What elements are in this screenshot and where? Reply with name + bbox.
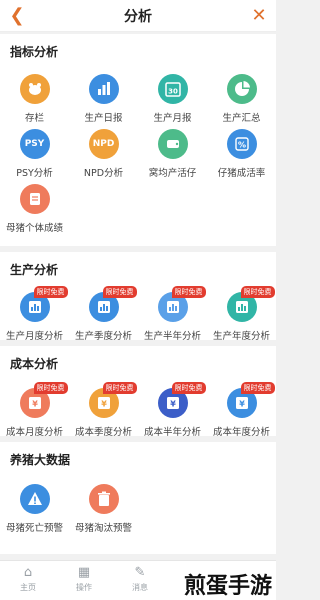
item-summary[interactable]: 生产汇总 (207, 74, 276, 124)
item-psy[interactable]: PSY PSY分析 (0, 129, 69, 179)
pig-icon (19, 74, 50, 104)
item-sow-cull-warning[interactable]: 母猪淘汰预警 (69, 484, 138, 534)
limited-free-badge: 限时免费 (102, 286, 137, 298)
item-cost-yearly[interactable]: ¥ 限时免费 成本年度分析 (207, 382, 276, 438)
back-chevron-icon[interactable]: ❮ (8, 6, 26, 26)
item-cost-monthly[interactable]: ¥ 限时免费 成本月度分析 (0, 382, 69, 438)
cost-report-icon: ¥ 限时免费 (157, 382, 206, 418)
section-title: 生产分析 (10, 263, 59, 277)
item-prod-halfyear[interactable]: 限时免费 生产半年分析 (138, 286, 207, 342)
tab-operate[interactable]: ▦ 操作 (56, 565, 112, 593)
svg-text:%: % (237, 141, 245, 150)
item-label: 生产月报 (153, 113, 192, 124)
section-title: 成本分析 (10, 357, 59, 371)
report-chart-icon: 限时免费 (19, 286, 68, 322)
item-label: 存栏 (24, 113, 44, 124)
tab-label: 操作 (76, 583, 92, 592)
top-bar: ❮ 分析 ✕ (0, 0, 276, 32)
limited-free-badge: 限时免费 (171, 382, 206, 394)
item-label: 母猪淘汰预警 (74, 523, 132, 534)
calendar-day-text: 30 (168, 88, 178, 96)
calendar-icon: 30 (157, 74, 188, 104)
svg-text:¥: ¥ (170, 400, 176, 409)
item-label: 成本年度分析 (212, 427, 270, 438)
item-label: 成本半年分析 (143, 427, 201, 438)
item-label: 生产季度分析 (74, 331, 132, 342)
item-litter-live[interactable]: 窝均产活仔 (138, 129, 207, 179)
percent-icon: % (226, 129, 257, 159)
item-label: 成本月度分析 (5, 427, 63, 438)
item-label: 母猪死亡预警 (5, 523, 63, 534)
chat-icon: ✎ (134, 565, 146, 580)
item-label: NPD分析 (83, 168, 124, 179)
limited-free-badge: 限时免费 (240, 382, 275, 394)
item-npd[interactable]: NPD NPD分析 (69, 129, 138, 179)
item-survival-rate[interactable]: % 仔猪成活率 (207, 129, 276, 179)
item-label: 生产汇总 (222, 113, 261, 124)
section-indicators: 指标分析 存栏 生产日报 30 生产月报 生产汇总 PSY PSY分析 NPD … (0, 34, 276, 246)
report-chart-icon: 限时免费 (88, 286, 137, 322)
limited-free-badge: 限时免费 (240, 286, 275, 298)
limited-free-badge: 限时免费 (102, 382, 137, 394)
home-icon: ⌂ (23, 565, 33, 580)
item-cost-quarterly[interactable]: ¥ 限时免费 成本季度分析 (69, 382, 138, 438)
tab-home[interactable]: ⌂ 主页 (0, 565, 56, 593)
sow-icon (19, 184, 50, 214)
tab-message[interactable]: ✎ 消息 (112, 565, 168, 593)
piglet-icon (157, 129, 188, 159)
item-label: 仔猪成活率 (217, 168, 266, 179)
close-icon[interactable]: ✕ (250, 6, 268, 26)
cost-report-icon: ¥ 限时免费 (226, 382, 275, 418)
item-prod-monthly[interactable]: 限时免费 生产月度分析 (0, 286, 69, 342)
item-label: 生产月度分析 (5, 331, 63, 342)
limited-free-badge: 限时免费 (33, 286, 68, 298)
limited-free-badge: 限时免费 (33, 382, 68, 394)
section-title: 养猪大数据 (10, 453, 71, 467)
section-bigdata: 养猪大数据 母猪死亡预警 母猪淘汰预警 (0, 442, 276, 554)
item-monthly-report[interactable]: 30 生产月报 (138, 74, 207, 124)
watermark: 煎蛋手游 (183, 574, 272, 599)
psy-icon: PSY (19, 129, 50, 159)
section-cost: 成本分析 ¥ 限时免费 成本月度分析 ¥ 限时免费 成本季度分析 ¥ 限时免费 … (0, 346, 276, 438)
svg-text:¥: ¥ (239, 400, 245, 409)
item-label: 成本季度分析 (74, 427, 132, 438)
page-title: 分析 (124, 8, 152, 25)
item-label: 窝均产活仔 (148, 168, 197, 179)
pie-chart-icon (226, 74, 257, 104)
grid-icon: ▦ (77, 565, 91, 580)
item-stock[interactable]: 存栏 (0, 74, 69, 124)
cost-report-icon: ¥ 限时免费 (19, 382, 68, 418)
item-label: PSY分析 (16, 168, 53, 179)
svg-text:¥: ¥ (32, 400, 38, 409)
report-chart-icon: 限时免费 (226, 286, 275, 322)
cost-report-icon: ¥ 限时免费 (88, 382, 137, 418)
item-sow-performance[interactable]: 母猪个体成绩 (0, 184, 69, 234)
item-cost-halfyear[interactable]: ¥ 限时免费 成本半年分析 (138, 382, 207, 438)
section-production: 生产分析 限时免费 生产月度分析 限时免费 生产季度分析 限时免费 生产半年分析 (0, 252, 276, 342)
item-label: 生产年度分析 (212, 331, 270, 342)
report-chart-icon: 限时免费 (157, 286, 206, 322)
svg-text:¥: ¥ (101, 400, 107, 409)
item-prod-yearly[interactable]: 限时免费 生产年度分析 (207, 286, 276, 342)
tab-label: 消息 (132, 583, 148, 592)
limited-free-badge: 限时免费 (171, 286, 206, 298)
item-label: 母猪个体成绩 (5, 223, 63, 234)
item-prod-quarterly[interactable]: 限时免费 生产季度分析 (69, 286, 138, 342)
npd-icon: NPD (88, 129, 119, 159)
tab-label: 主页 (20, 583, 36, 592)
section-title: 指标分析 (10, 45, 59, 59)
item-daily-report[interactable]: 生产日报 (69, 74, 138, 124)
trash-icon (88, 484, 119, 514)
bar-chart-icon (88, 74, 119, 104)
item-label: 生产日报 (84, 113, 123, 124)
item-label: 生产半年分析 (143, 331, 201, 342)
warning-icon (19, 484, 50, 514)
item-sow-death-warning[interactable]: 母猪死亡预警 (0, 484, 69, 534)
